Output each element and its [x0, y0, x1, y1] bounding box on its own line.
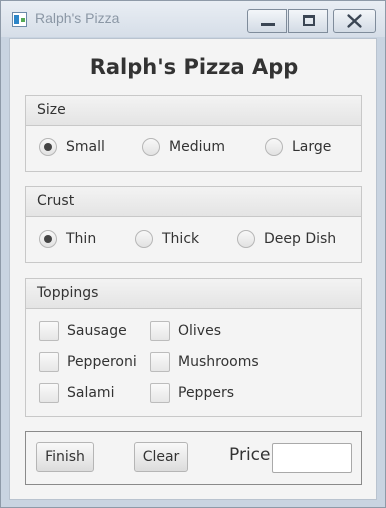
price-label: Price [229, 445, 271, 465]
maximize-icon [303, 15, 315, 26]
page-title: Ralph's Pizza App [89, 55, 299, 79]
close-icon [347, 14, 362, 28]
size-small-label[interactable]: Small [66, 139, 105, 155]
price-field[interactable] [272, 443, 352, 473]
topping-mushrooms-label[interactable]: Mushrooms [178, 354, 259, 370]
app-icon [12, 12, 27, 27]
close-button[interactable] [333, 9, 376, 33]
size-medium-radio[interactable] [142, 138, 160, 156]
crust-group: Crust Thin Thick Deep Dish [25, 186, 362, 263]
minimize-button[interactable] [247, 9, 287, 33]
maximize-button[interactable] [288, 9, 328, 33]
size-large-label[interactable]: Large [292, 139, 331, 155]
crust-deep-dish-label[interactable]: Deep Dish [264, 231, 336, 247]
crust-deep-dish-radio[interactable] [237, 230, 255, 248]
size-group: Size Small Medium Large [25, 95, 362, 172]
size-group-label: Size [26, 96, 361, 126]
action-panel: Finish Clear Price [25, 431, 362, 485]
topping-pepperoni-checkbox[interactable] [39, 352, 59, 372]
topping-pepperoni-label[interactable]: Pepperoni [67, 354, 137, 370]
crust-thick-radio[interactable] [135, 230, 153, 248]
minimize-icon [261, 23, 275, 26]
window-title: Ralph's Pizza [35, 10, 120, 26]
topping-peppers-label[interactable]: Peppers [178, 385, 234, 401]
topping-sausage-label[interactable]: Sausage [67, 323, 127, 339]
toppings-group: Toppings Sausage Olives Pepperoni Mushro… [25, 278, 362, 417]
crust-thick-label[interactable]: Thick [162, 231, 199, 247]
size-small-radio[interactable] [39, 138, 57, 156]
topping-sausage-checkbox[interactable] [39, 321, 59, 341]
crust-thin-label[interactable]: Thin [66, 231, 96, 247]
topping-peppers-checkbox[interactable] [150, 383, 170, 403]
size-large-radio[interactable] [265, 138, 283, 156]
crust-thin-radio[interactable] [39, 230, 57, 248]
toppings-group-label: Toppings [26, 279, 361, 309]
topping-olives-label[interactable]: Olives [178, 323, 221, 339]
topping-mushrooms-checkbox[interactable] [150, 352, 170, 372]
clear-button[interactable]: Clear [134, 442, 188, 472]
topping-olives-checkbox[interactable] [150, 321, 170, 341]
size-medium-label[interactable]: Medium [169, 139, 225, 155]
app-content: Ralph's Pizza App Size Small Medium Larg… [9, 38, 377, 500]
topping-salami-checkbox[interactable] [39, 383, 59, 403]
topping-salami-label[interactable]: Salami [67, 385, 114, 401]
crust-group-label: Crust [26, 187, 361, 217]
finish-button[interactable]: Finish [36, 442, 94, 472]
app-window: Ralph's Pizza Ralph's Pizza App Size Sma… [0, 0, 386, 508]
title-bar[interactable]: Ralph's Pizza [1, 1, 385, 37]
